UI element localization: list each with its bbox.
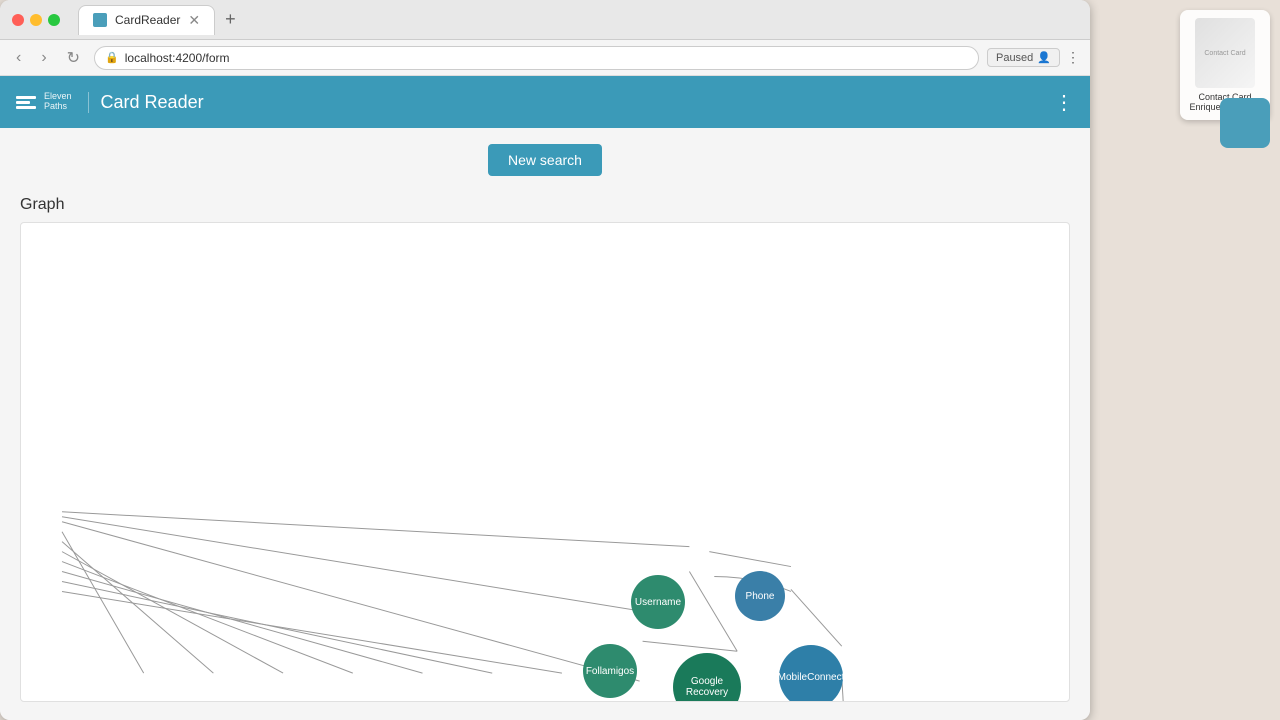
new-search-button[interactable]: New search (488, 144, 602, 176)
graph-section-title: Graph (20, 196, 1070, 214)
app-content: Eleven Paths Card Reader ⋮ New search Gr… (0, 76, 1090, 720)
new-tab-button[interactable]: + (219, 9, 242, 30)
logo-bar-1 (16, 96, 36, 99)
minimize-button[interactable] (30, 14, 42, 26)
app-title: Card Reader (88, 92, 204, 113)
app-header: Eleven Paths Card Reader ⋮ (0, 76, 1090, 128)
browser-titlebar: CardReader ✕ + (0, 0, 1090, 40)
widget-image: Contact Card (1195, 18, 1255, 88)
node-follamigos[interactable]: Follamigos (583, 644, 637, 698)
logo-brand-text: Eleven Paths (44, 92, 72, 112)
tab-title: CardReader (115, 13, 180, 27)
maximize-button[interactable] (48, 14, 60, 26)
paused-label: Paused (996, 52, 1033, 64)
back-button[interactable]: ‹ (10, 47, 27, 69)
paused-badge: Paused 👤 (987, 48, 1060, 67)
forward-button[interactable]: › (35, 47, 52, 69)
graph-container: Service Service Service Service Service … (20, 222, 1070, 702)
tab-favicon (93, 13, 107, 27)
browser-toolbar: ‹ › ↻ 🔒 localhost:4200/form Paused 👤 ⋮ (0, 40, 1090, 76)
app-logo: Eleven Paths Card Reader (16, 92, 204, 113)
eleven-paths-logo-icon (16, 96, 36, 109)
main-content: New search Graph (0, 128, 1090, 718)
address-bar[interactable]: 🔒 localhost:4200/form (94, 46, 979, 70)
tab-close-icon[interactable]: ✕ (188, 12, 200, 29)
lock-icon: 🔒 (105, 51, 119, 64)
graph-svg (21, 223, 1069, 701)
reload-button[interactable]: ↻ (61, 46, 86, 70)
toolbar-icons: Paused 👤 ⋮ (987, 48, 1080, 67)
app-menu-icon[interactable]: ⋮ (1054, 90, 1074, 115)
user-icon: 👤 (1037, 51, 1051, 64)
tab-bar: CardReader ✕ + (78, 5, 1078, 35)
node-username[interactable]: Username (631, 575, 685, 629)
logo-bar-3 (16, 106, 36, 109)
node-mobile-connect[interactable]: MobileConnect (779, 645, 843, 702)
logo-bar-2 (16, 101, 30, 104)
traffic-lights (12, 14, 60, 26)
settings-icon[interactable]: ⋮ (1066, 49, 1080, 66)
close-button[interactable] (12, 14, 24, 26)
browser-window: CardReader ✕ + ‹ › ↻ 🔒 localhost:4200/fo… (0, 0, 1090, 720)
node-phone[interactable]: Phone (735, 571, 785, 621)
desktop-square (1220, 98, 1270, 148)
active-tab[interactable]: CardReader ✕ (78, 5, 215, 35)
url-text: localhost:4200/form (125, 51, 230, 65)
